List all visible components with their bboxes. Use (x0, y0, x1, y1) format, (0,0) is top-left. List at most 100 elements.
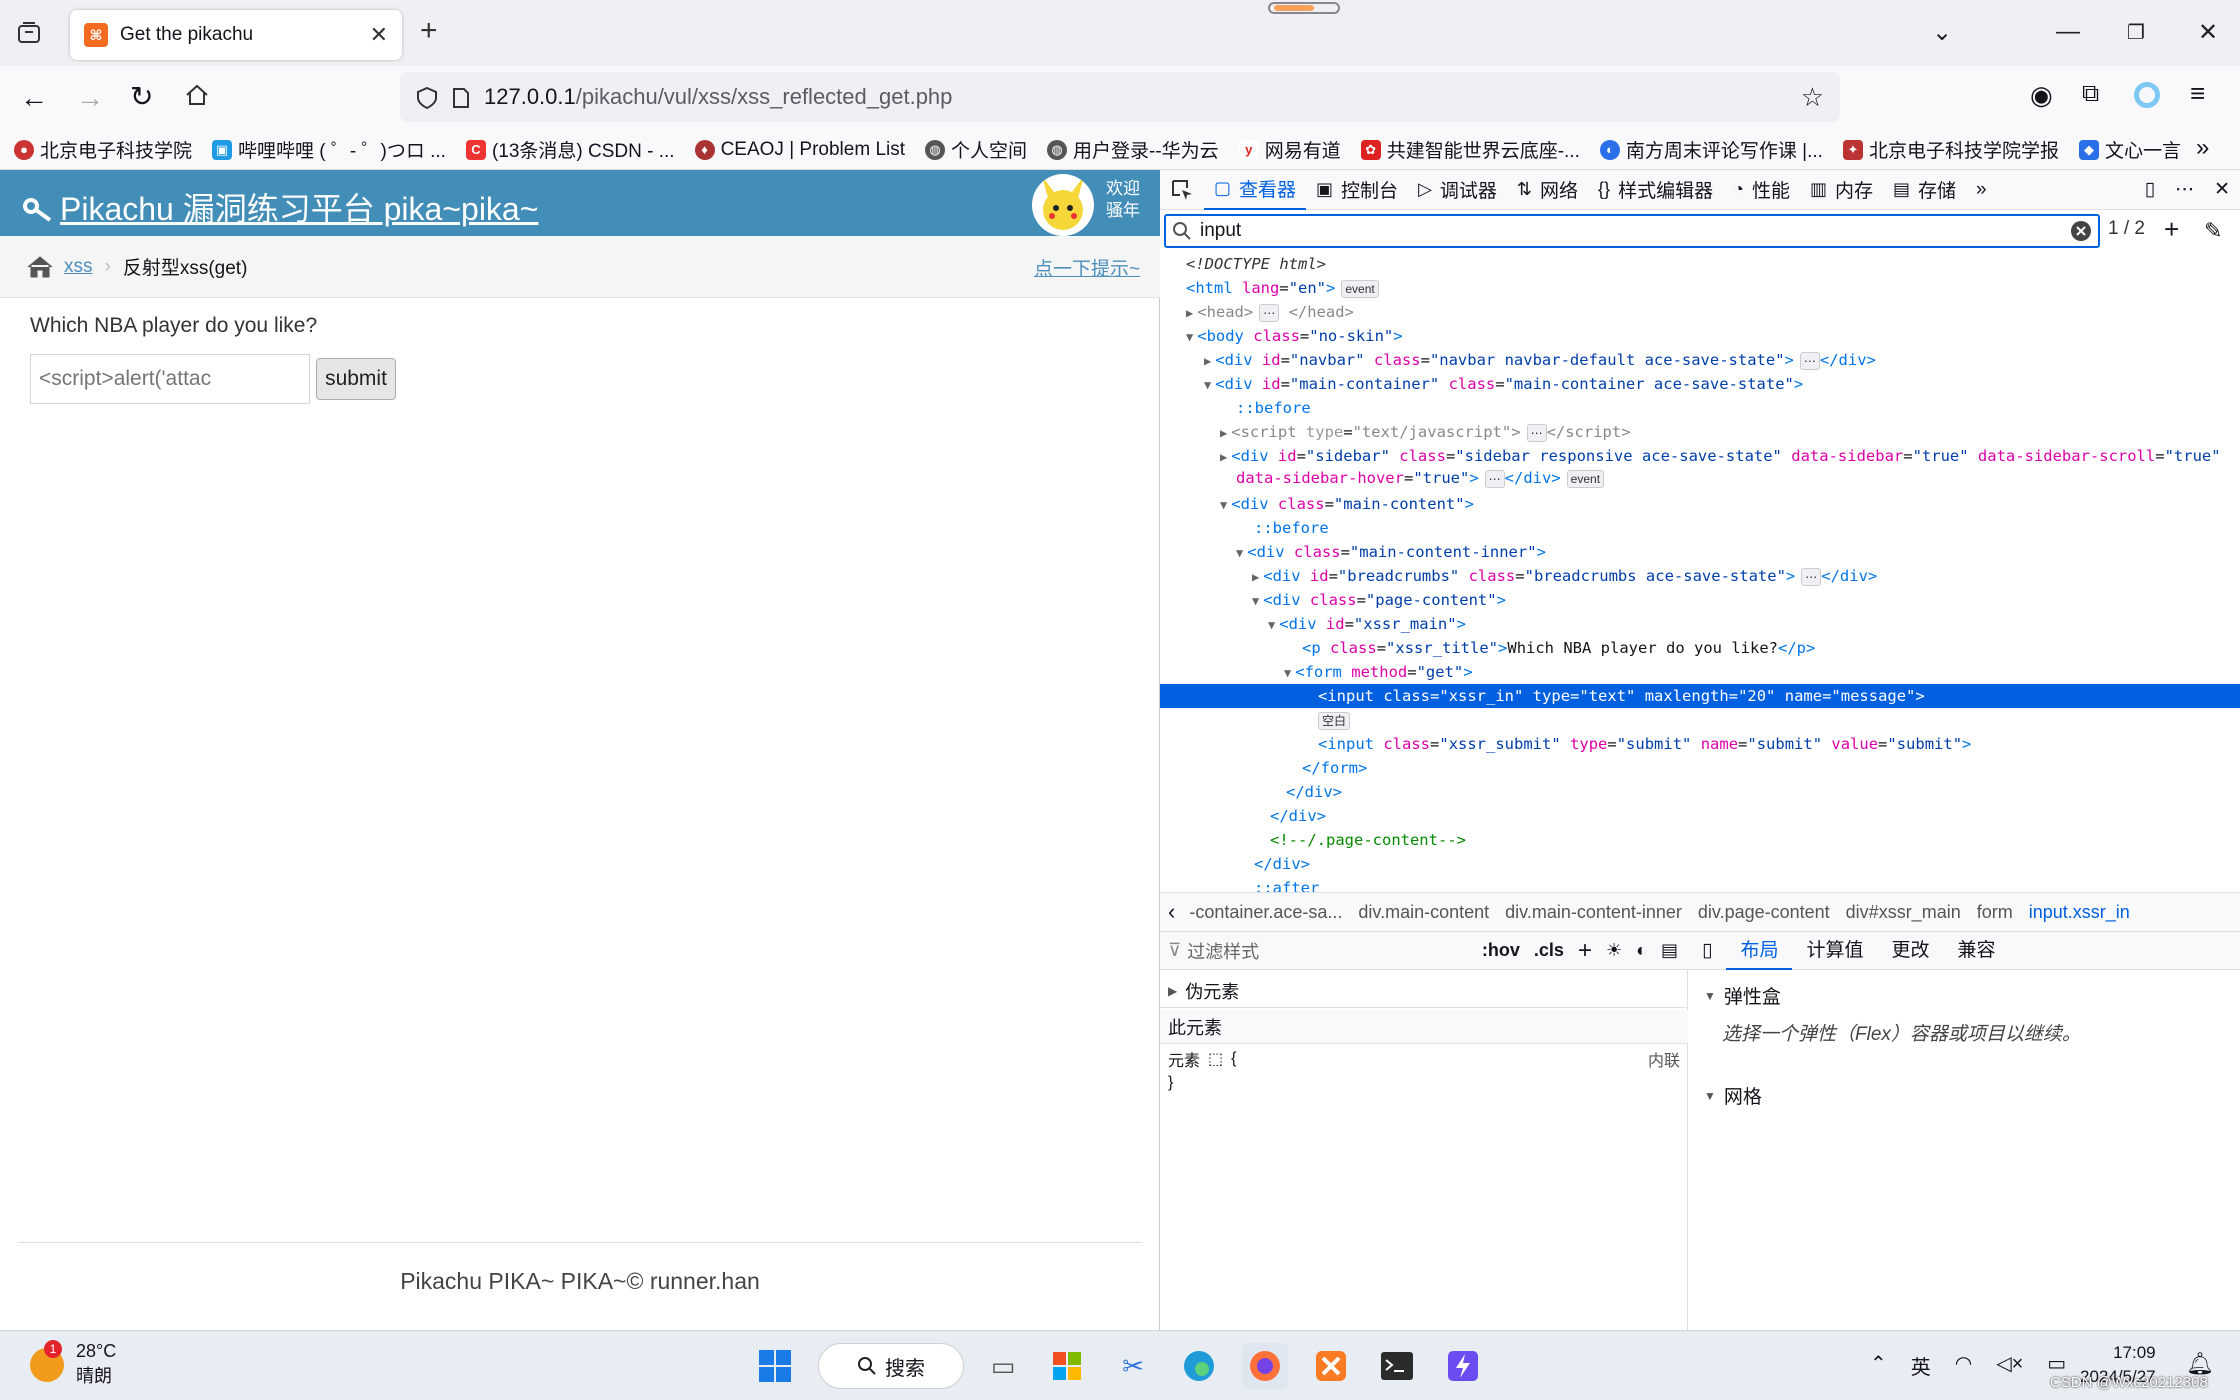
burp-suite-icon[interactable] (1440, 1343, 1486, 1389)
tree-node[interactable]: ▶ <script type="text/javascript"> ⋯ </scrip… (1160, 420, 2240, 444)
tab-inspector[interactable]: ▢ 查看器 (1204, 170, 1307, 210)
hint-link[interactable]: 点一下提示~ (1034, 254, 1140, 281)
bookmark-star-icon[interactable]: ☆ (1801, 82, 1824, 113)
tree-node[interactable]: ▶ <div id="breadcrumbs" class="breadcrumb… (1160, 564, 2240, 588)
firefox-icon[interactable] (1242, 1343, 1288, 1389)
tab-computed[interactable]: 计算值 (1792, 932, 1877, 970)
hov-toggle[interactable]: :hov (1482, 940, 1520, 961)
tree-node[interactable]: </div> (1160, 780, 2240, 804)
tab-debugger[interactable]: ▷ 调试器 (1408, 170, 1507, 210)
tab-changes[interactable]: 更改 (1878, 932, 1944, 970)
taskbar-search[interactable]: 搜索 (818, 1343, 964, 1389)
bookmark-item[interactable]: ◍ 用户登录--华为云 (1047, 136, 1219, 163)
breadcrumb-link-xss[interactable]: xss (64, 256, 93, 278)
tree-node[interactable]: ▼ <div id="xssr_main"> (1160, 612, 2240, 636)
menu-icon[interactable]: ≡ (2190, 78, 2205, 109)
bookmark-item[interactable]: ✿ 共建智能世界云底座-... (1360, 136, 1580, 163)
tree-node[interactable]: </div> (1160, 804, 2240, 828)
tab-performance[interactable]: ◔ 性能 (1723, 170, 1800, 210)
tree-node[interactable]: ▶ <div id="navbar" class="navbar navbar-d… (1160, 348, 2240, 372)
html-search-field[interactable]: input (1164, 214, 2100, 248)
snipping-tool-icon[interactable]: ✂ (1110, 1343, 1156, 1389)
weather-widget[interactable]: 1 28°C 晴朗 (30, 1339, 116, 1388)
bookmark-item[interactable]: ◆ 文心一言 (2078, 136, 2181, 163)
reload-icon[interactable]: ↻ (130, 80, 153, 113)
tree-node[interactable]: ▼ <div class="main-content-inner"> (1160, 540, 2240, 564)
node-crumb-selected[interactable]: input.xssr_in (2029, 902, 2130, 923)
tree-node[interactable]: <!--/.page-content--> (1160, 828, 2240, 852)
new-tab-icon[interactable]: + (420, 14, 438, 48)
tree-node[interactable]: </div> (1160, 852, 2240, 876)
node-crumb[interactable]: div.main-content-inner (1505, 902, 1682, 923)
devtools-close-icon[interactable]: ✕ (2204, 170, 2240, 210)
user-avatar[interactable] (1032, 174, 1094, 236)
tab-compatibility[interactable]: 兼容 (1944, 932, 2010, 970)
tab-active[interactable]: ⌘ Get the pikachu ✕ (70, 10, 402, 60)
home-icon[interactable] (26, 255, 54, 279)
tree-node[interactable]: ::before (1160, 516, 2240, 540)
tree-node[interactable]: 空白 (1160, 708, 2240, 732)
submit-button[interactable]: submit (316, 358, 396, 400)
bookmark-item[interactable]: ▣ 哔哩哔哩 ( ゜- ゜)つロ ... (212, 136, 446, 163)
toggle-sidebar-icon[interactable]: ▯ (1688, 932, 1726, 970)
tree-node[interactable]: <html lang="en"> event (1160, 276, 2240, 300)
element-picker-icon[interactable] (1160, 170, 1204, 210)
back-icon[interactable]: ← (20, 82, 48, 114)
tab-close-icon[interactable]: ✕ (370, 22, 388, 48)
tab-memory[interactable]: ▥ 内存 (1800, 170, 1883, 210)
tree-node[interactable]: </form> (1160, 756, 2240, 780)
extensions-icon[interactable]: ⧉ (2082, 80, 2099, 108)
scroll-left-icon[interactable]: ‹ (1168, 899, 1175, 925)
node-crumb[interactable]: div.main-content (1358, 902, 1489, 923)
tree-node[interactable]: ▼ <div id="main-container" class="main-co… (1160, 372, 2240, 396)
site-title-link[interactable]: Pikachu 漏洞练习平台 pika~pika~ (22, 184, 538, 230)
node-crumb[interactable]: -container.ace-sa... (1189, 902, 1342, 923)
bookmark-item[interactable]: ◐ 南方周末评论写作课 |... (1599, 136, 1823, 163)
show-hidden-icons-icon[interactable]: ⌃ (1870, 1351, 1887, 1380)
dock-icon[interactable]: ▯ (2135, 170, 2165, 210)
node-crumb[interactable]: div#xssr_main (1846, 902, 1961, 923)
input-method-indicator[interactable]: 英 (1911, 1351, 1931, 1380)
extension-circle-icon[interactable] (2134, 82, 2160, 108)
bookmark-item[interactable]: y 网易有道 (1238, 136, 1341, 163)
markup-tree[interactable]: <!DOCTYPE html> <html lang="en"> event ▶ <… (1160, 252, 2240, 892)
node-crumb[interactable]: div.page-content (1698, 902, 1830, 923)
tree-node[interactable]: data-sidebar-hover="true"> ⋯ </div> event (1160, 466, 2240, 490)
search-clear-icon[interactable] (2070, 220, 2092, 242)
node-crumb[interactable]: form (1977, 902, 2013, 923)
tab-layout[interactable]: 布局 (1726, 932, 1793, 970)
start-icon[interactable] (752, 1343, 798, 1389)
account-icon[interactable]: ◉ (2030, 80, 2053, 111)
bookmark-item[interactable]: ✦ 北京电子科技学院学报 (1842, 136, 2059, 163)
flexbox-section[interactable]: ▼ 弹性盒 (1704, 982, 1781, 1009)
forward-icon[interactable]: → (76, 82, 104, 114)
edge-icon[interactable] (1176, 1343, 1222, 1389)
list-all-tabs-icon[interactable]: ⌄ (1922, 14, 1962, 50)
eyedropper-icon[interactable]: ✎ (2204, 218, 2222, 244)
bookmark-item[interactable]: ● 北京电子科技学院 (14, 136, 192, 163)
devtools-options-icon[interactable]: ⋯ (2165, 170, 2204, 210)
restore-icon[interactable]: ❐ (2116, 14, 2156, 50)
tree-node[interactable]: <!DOCTYPE html> (1160, 252, 2240, 276)
more-bookmarks-icon[interactable]: » (2196, 134, 2209, 162)
tree-node[interactable]: ▼ <form method="get"> (1160, 660, 2240, 684)
wifi-icon[interactable]: ◠ (1955, 1351, 1972, 1380)
bookmark-item[interactable]: ♦ CEAOJ | Problem List (694, 139, 905, 161)
tree-node[interactable]: ▼ <div class="page-content"> (1160, 588, 2240, 612)
terminal-icon[interactable] (1374, 1343, 1420, 1389)
tree-node[interactable]: ▼ <body class="no-skin"> (1160, 324, 2240, 348)
tree-node[interactable]: <p class="xssr_title">Which NBA player d… (1160, 636, 2240, 660)
grid-section[interactable]: ▼ 网格 (1704, 1082, 1762, 1109)
message-input[interactable] (30, 354, 310, 404)
print-media-icon[interactable]: ▤ (1661, 940, 1678, 961)
light-mode-icon[interactable]: ☀ (1606, 940, 1622, 961)
dark-mode-icon[interactable]: ◐ (1636, 940, 1647, 961)
minimize-icon[interactable]: — (2048, 14, 2088, 50)
home-icon[interactable] (184, 82, 210, 108)
filter-styles-input[interactable]: 过滤样式 (1187, 938, 1482, 964)
bookmark-item[interactable]: C (13条消息) CSDN - ... (465, 136, 675, 163)
tree-node[interactable]: ▶ <div id="sidebar" class="sidebar respon… (1160, 444, 2240, 468)
tab-storage[interactable]: ▤ 存储 (1883, 170, 1966, 210)
page-info-icon[interactable] (452, 84, 470, 110)
more-tabs-icon[interactable]: » (1966, 170, 1997, 210)
